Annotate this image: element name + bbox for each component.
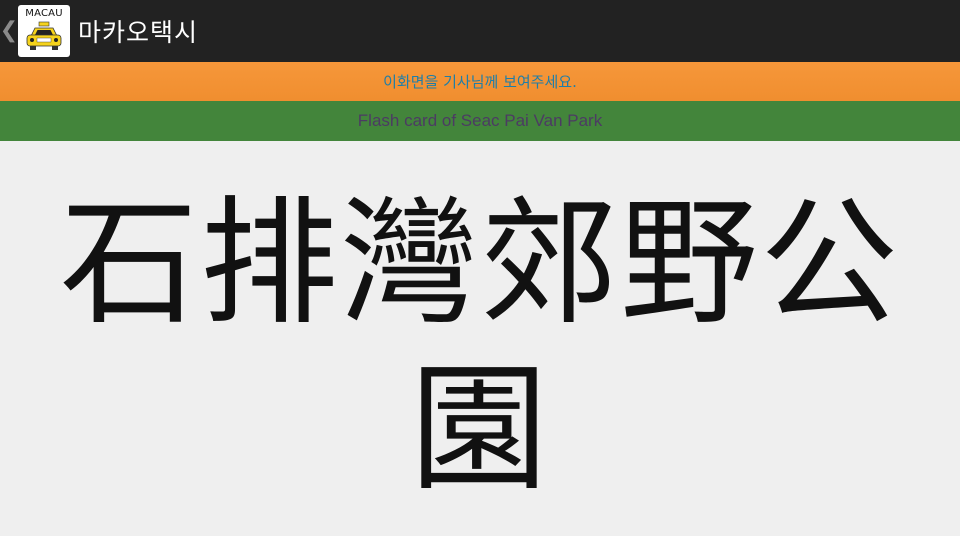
flash-card-subtitle: Flash card of Seac Pai Van Park [357, 111, 603, 130]
taxi-icon [26, 21, 62, 50]
app-title: 마카오택시 [78, 18, 199, 47]
app-icon[interactable]: MACAU [18, 5, 70, 57]
app-icon-label: MACAU [25, 8, 63, 19]
action-bar: ❮ MACAU 마카오택시 [0, 0, 960, 62]
chevron-left-icon[interactable]: ❮ [0, 0, 18, 62]
flash-card-header: Flash card of Seac Pai Van Park [0, 101, 960, 141]
notice-banner: 이화면을 기사님께 보여주세요. [0, 62, 960, 101]
flash-card-content: 石排灣郊野公園 [0, 141, 960, 536]
notice-text: 이화면을 기사님께 보여주세요. [383, 73, 577, 91]
place-name: 石排灣郊野公園 [59, 183, 900, 510]
